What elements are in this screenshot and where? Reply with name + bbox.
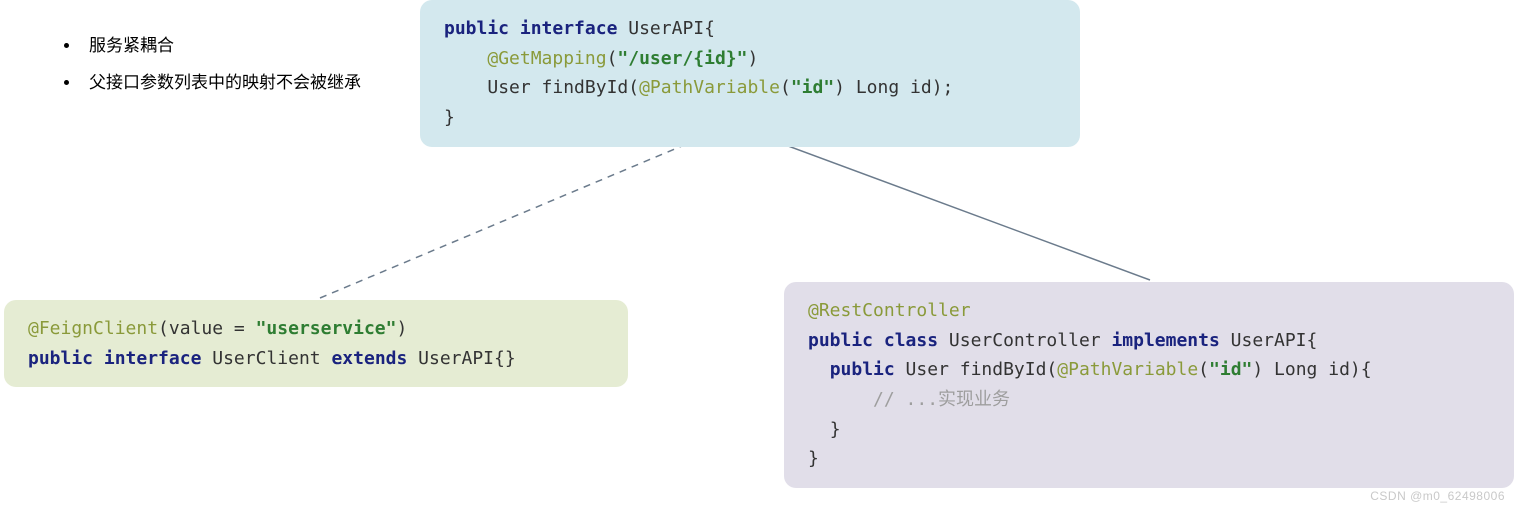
watermark: CSDN @m0_62498006 xyxy=(1370,489,1505,503)
kw-implements: implements xyxy=(1111,330,1219,351)
bullet-list: 服务紧耦合 父接口参数列表中的映射不会被继承 xyxy=(23,27,361,102)
method-sig-a: User findById( xyxy=(487,77,639,98)
annotation-feignclient: @FeignClient xyxy=(28,318,158,339)
code-box-usercontroller: @RestController public class UserControl… xyxy=(784,282,1514,488)
bullet-item-1: 服务紧耦合 xyxy=(81,27,361,64)
string-userservice: "userservice" xyxy=(256,318,397,339)
bullet-item-2: 父接口参数列表中的映射不会被继承 xyxy=(81,64,361,101)
code-box-userapi: public interface UserAPI{ @GetMapping("/… xyxy=(420,0,1080,147)
brace-close: } xyxy=(444,107,455,128)
annotation-getmapping: @GetMapping xyxy=(487,48,606,69)
string-id: "id" xyxy=(791,77,834,98)
string-path: "/user/{id}" xyxy=(617,48,747,69)
annotation-pathvariable: @PathVariable xyxy=(639,77,780,98)
kw-class: class xyxy=(884,330,938,351)
annotation-restcontroller: @RestController xyxy=(808,300,971,321)
kw-interface: interface xyxy=(520,18,618,39)
kw-public: public xyxy=(444,18,509,39)
code-box-userclient: @FeignClient(value = "userservice") publ… xyxy=(4,300,628,387)
method-sig-b: ) Long id); xyxy=(834,77,953,98)
class-name: UserAPI{ xyxy=(617,18,715,39)
kw-extends: extends xyxy=(331,348,407,369)
comment: // ...实现业务 xyxy=(873,389,1010,410)
